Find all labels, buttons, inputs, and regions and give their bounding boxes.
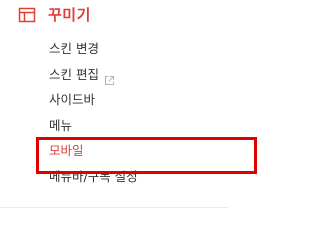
submenu-item-mobile[interactable]: 모바일	[49, 138, 138, 164]
divider	[0, 207, 228, 208]
submenu-item-label: 스킨 편집	[49, 66, 99, 82]
submenu-item-sidebar[interactable]: 사이드바	[49, 87, 138, 113]
submenu-item-label: 사이드바	[49, 92, 96, 108]
submenu-item-menubar-subscribe-settings[interactable]: 메뉴바/구독 설정	[49, 164, 138, 190]
submenu-item-skin-edit[interactable]: 스킨 편집	[49, 62, 138, 88]
submenu-item-menu[interactable]: 메뉴	[49, 113, 138, 139]
submenu-item-label: 메뉴	[49, 117, 73, 133]
menu-section-header[interactable]: 꾸미기	[18, 5, 91, 25]
external-link-icon	[104, 69, 115, 85]
submenu-list: 스킨 변경 스킨 편집 사이드바 메뉴 모바일 메뉴바/구독 설정	[49, 36, 138, 190]
menu-section-title: 꾸미기	[48, 6, 91, 24]
submenu-item-label: 메뉴바/구독 설정	[49, 168, 138, 184]
submenu-item-skin-change[interactable]: 스킨 변경	[49, 36, 138, 62]
submenu-item-label: 모바일	[49, 143, 84, 159]
layout-icon	[18, 6, 36, 24]
submenu-item-label: 스킨 변경	[49, 41, 99, 56]
